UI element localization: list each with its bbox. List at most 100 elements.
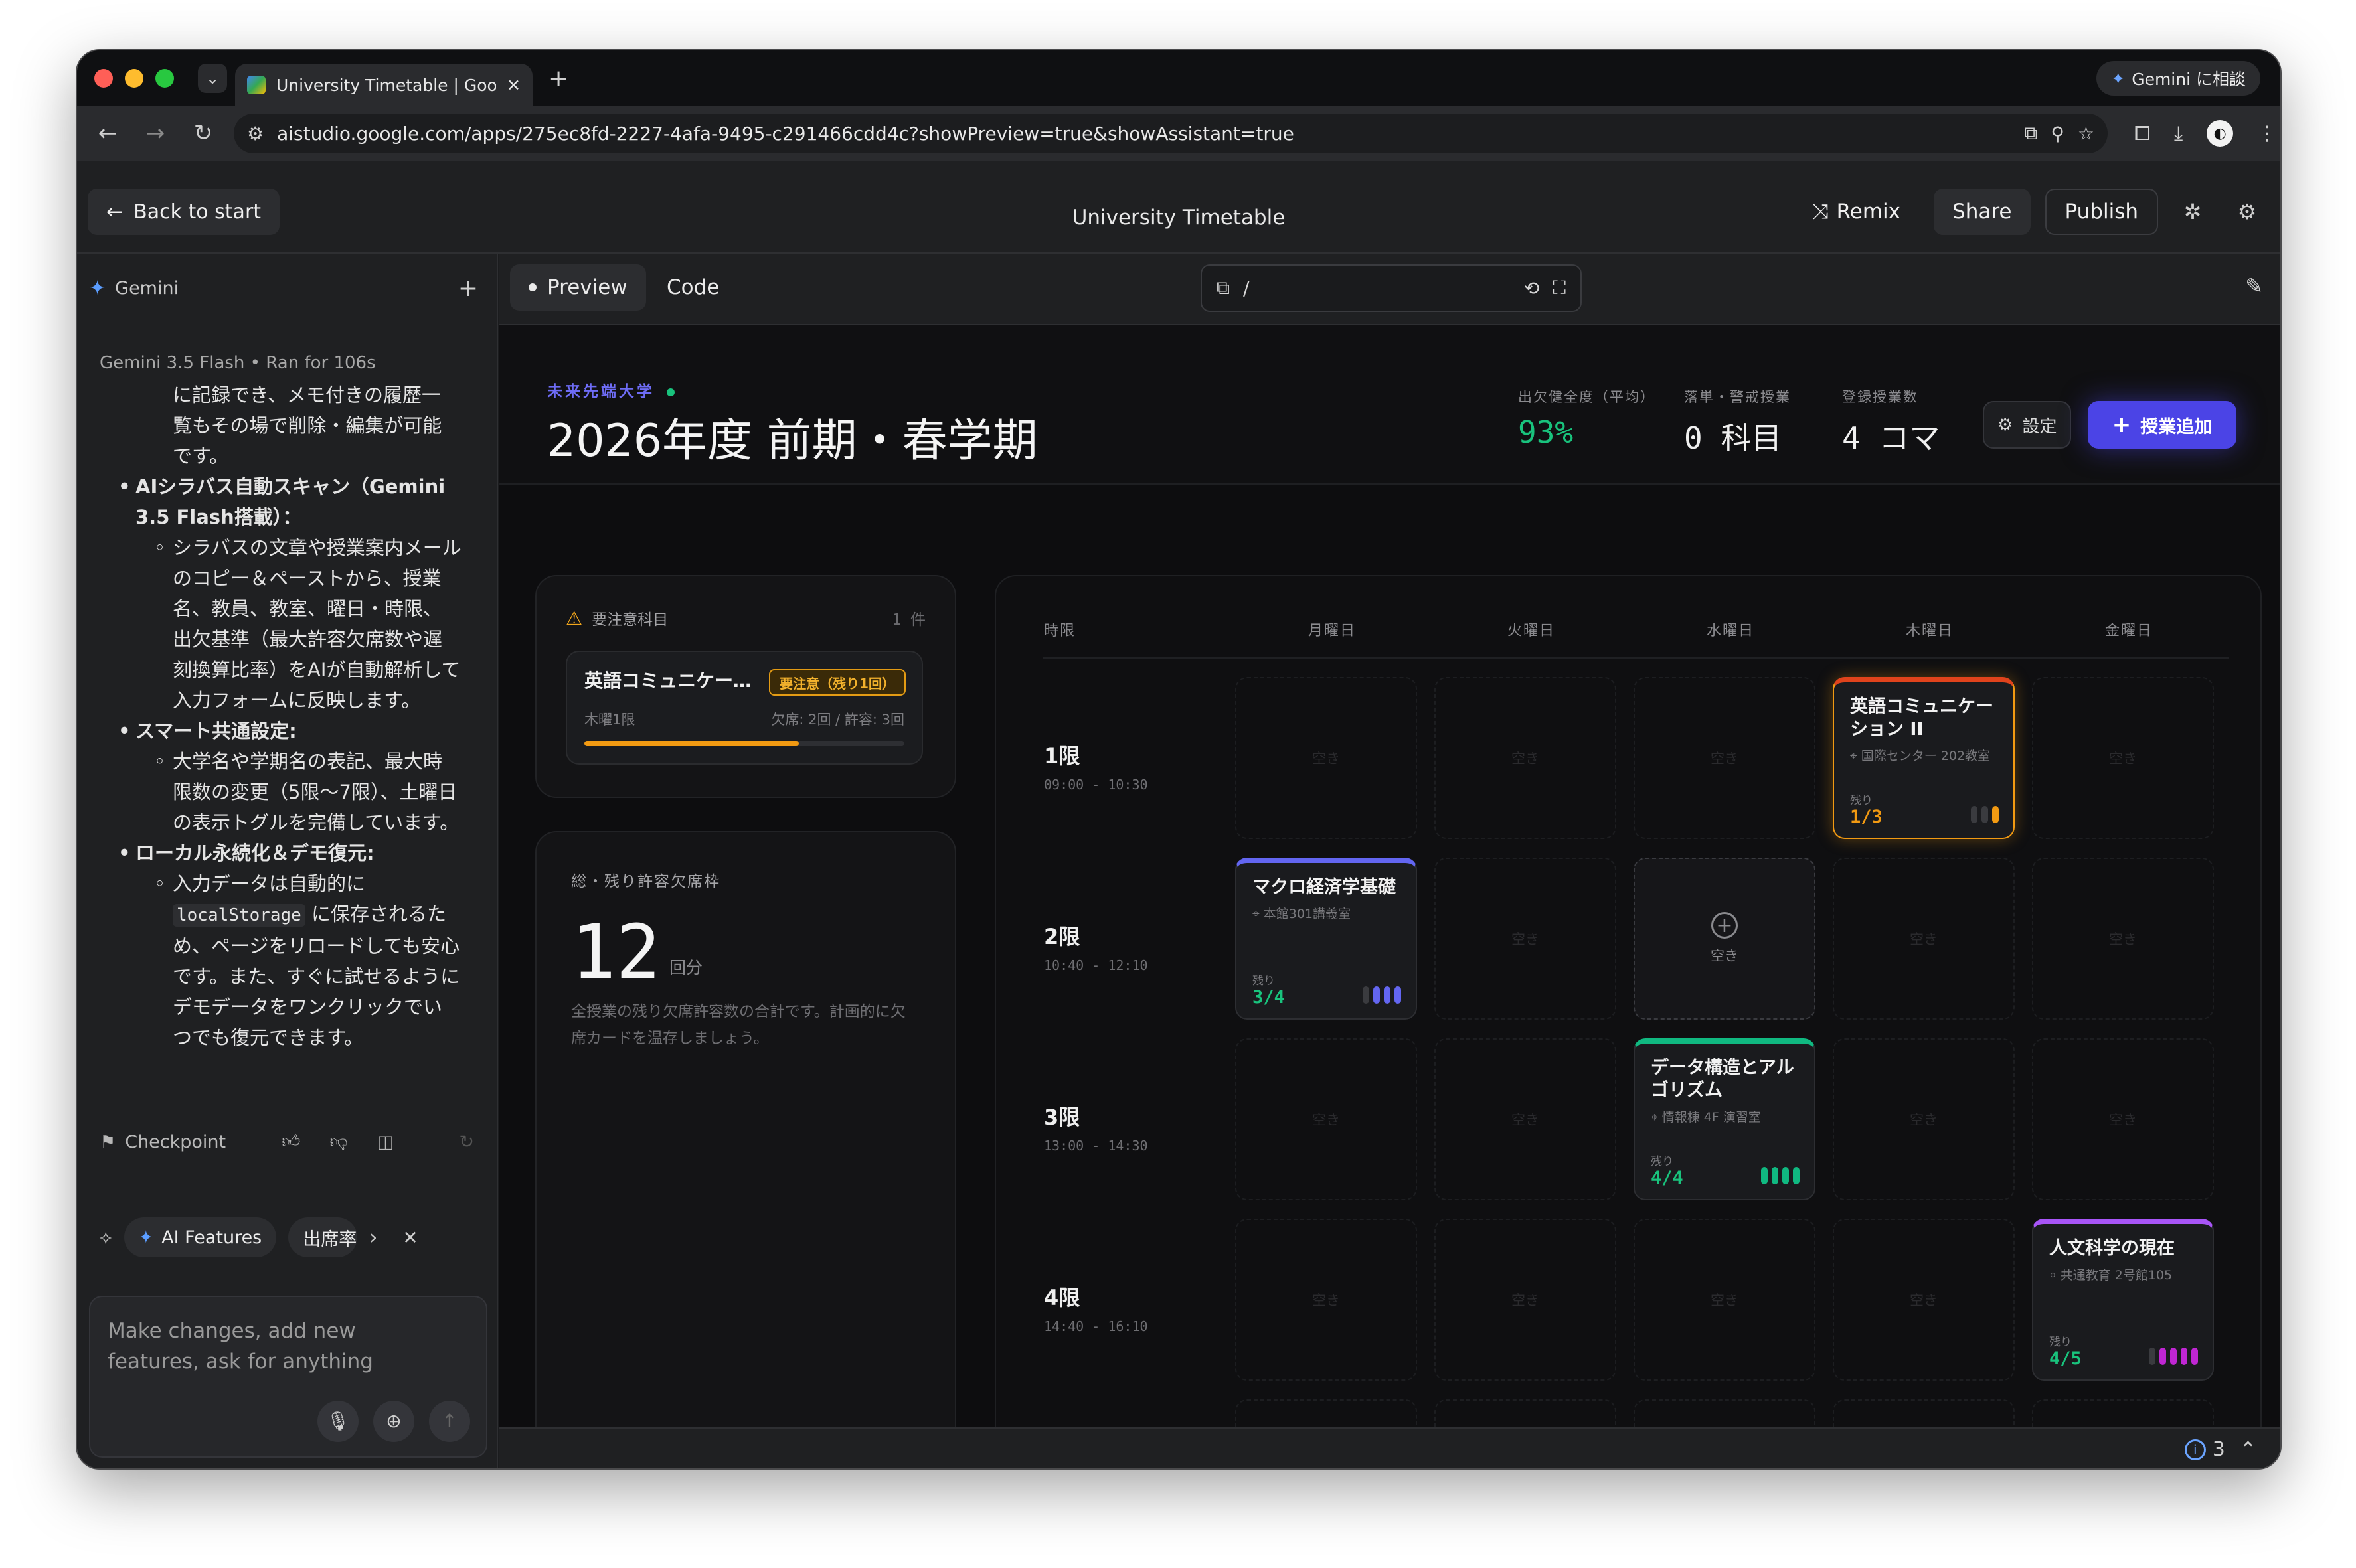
empty-label: 空き (1511, 751, 1539, 767)
tab-close-icon[interactable]: ✕ (507, 76, 521, 95)
device-icon[interactable]: ⧉ (1217, 277, 1230, 299)
empty-label: 空き (2109, 931, 2137, 947)
empty-slot[interactable]: 空き (1833, 858, 2015, 1020)
chat-line: デモデータをワンクリックでい (173, 996, 443, 1018)
thumbs-up-icon[interactable]: 👍︎ (282, 1131, 300, 1152)
thumbs-down-icon[interactable]: 👎︎ (329, 1131, 347, 1152)
course-name: マクロ経済学基礎 (1252, 877, 1396, 898)
empty-slot[interactable]: 空き (1434, 1219, 1616, 1381)
course-card[interactable]: 人文科学の現在 ⌖ 共通教育 2号館105 残り 4/5 (2032, 1219, 2214, 1381)
empty-slot[interactable]: 空き (1634, 1219, 1815, 1381)
site-settings-icon[interactable]: ⚙ (247, 123, 264, 145)
empty-slot-add[interactable]: + 空き (1634, 858, 1815, 1020)
install-app-icon[interactable]: ⧉ (2024, 122, 2037, 145)
empty-slot[interactable]: 空き (2032, 677, 2214, 839)
share-button[interactable]: Share (1934, 189, 2031, 235)
bug-icon[interactable]: ✲ (2173, 199, 2213, 224)
prompt-input[interactable]: Make changes, add new features, ask for … (89, 1296, 487, 1458)
tab-code[interactable]: Code (648, 264, 738, 311)
remaining-value: 1/3 (1850, 807, 1883, 827)
extensions-icon[interactable]: ⧠ (2134, 122, 2150, 145)
close-window-button[interactable] (94, 69, 113, 88)
course-card[interactable]: マクロ経済学基礎 ⌖ 本館301講義室 残り 3/4 (1235, 858, 1417, 1020)
stat-block: 出欠健全度（平均） 93% (1518, 386, 1655, 450)
magic-icon[interactable]: ⟡ (100, 1226, 112, 1249)
timetable-header: 未来先端大学 2026年度 前期・春学期 出欠健全度（平均） 93% 落単・警戒授業… (499, 325, 2280, 485)
browser-tab[interactable]: University Timetable | Google ✕ (235, 64, 533, 106)
gear-icon[interactable]: ⚙ (2227, 199, 2267, 224)
attendance-pip (2191, 1348, 2198, 1365)
send-arrow-icon[interactable]: ↑ (429, 1401, 470, 1442)
empty-slot[interactable]: 空き (1434, 858, 1616, 1020)
zoom-icon[interactable]: ⚲ (2051, 123, 2064, 145)
empty-slot[interactable]: 空き (2032, 858, 2214, 1020)
preview-address[interactable]: ⧉ / ⟲ ⛶ (1201, 264, 1582, 312)
header-divider (1043, 657, 2229, 659)
microphone-icon[interactable]: 🎙︎ (317, 1401, 359, 1442)
empty-slot[interactable]: 空き (1634, 677, 1815, 839)
more-menu-icon[interactable]: ⋮ (2257, 122, 2277, 145)
add-course-button[interactable]: + 授業追加 (2088, 401, 2236, 449)
maximize-window-button[interactable] (155, 69, 174, 88)
gemini-sidebar: ✦ Gemini + Gemini 3.5 Flash • Ran for 10… (77, 254, 498, 1468)
chip-ai-features-label: AI Features (161, 1227, 262, 1248)
attendance-pip (1793, 1167, 1800, 1184)
restore-icon[interactable]: ↻ (459, 1132, 474, 1152)
course-card[interactable]: 英語コミュニケーション II ⌖ 国際センター 202教室 残り 1/3 (1833, 677, 2015, 839)
empty-label: 空き (1711, 948, 1738, 964)
preview-path[interactable]: / (1243, 277, 1249, 299)
browser-toolbar: ← → ↻ ⚙ aistudio.google.com/apps/275ec8f… (77, 106, 2280, 161)
reload-icon[interactable]: ↻ (179, 120, 227, 147)
chip-attendance[interactable]: 出席率 (288, 1217, 358, 1257)
new-chat-button[interactable]: + (458, 275, 478, 302)
download-icon[interactable]: ⤓ (2174, 122, 2183, 145)
empty-slot[interactable]: 空き (1434, 1038, 1616, 1200)
chevron-down-icon: ⌄ (205, 69, 220, 88)
chat-line: ローカル永続化＆デモ復元: (100, 838, 485, 868)
empty-slot[interactable]: 空き (1235, 1219, 1417, 1381)
add-attachment-icon[interactable]: ⊕ (373, 1401, 414, 1442)
tab-search-button[interactable]: ⌄ (198, 64, 227, 93)
issues-indicator[interactable]: i 3 ⌃ (2184, 1438, 2256, 1461)
warning-course-card[interactable]: 英語コミュニケーシ... 要注意（残り1回） 木曜1限 欠席: 2回 / 許容:… (566, 651, 923, 765)
chat-line: 出欠基準（最大許容欠席数や遅 (173, 628, 443, 651)
empty-slot[interactable]: 空き (1833, 1219, 2015, 1381)
address-bar[interactable]: ⚙ aistudio.google.com/apps/275ec8fd-2227… (234, 114, 2108, 153)
back-arrow-icon[interactable]: ← (84, 120, 131, 147)
profile-avatar[interactable]: ◐ (2207, 120, 2234, 147)
period-label: 3限 13:00 - 14:30 (1044, 1101, 1148, 1154)
refresh-icon[interactable]: ⟲ (1524, 277, 1539, 299)
empty-slot[interactable]: 空き (1833, 1038, 2015, 1200)
chevron-right-icon[interactable]: › (369, 1226, 377, 1249)
warning-course-name: 英語コミュニケーシ... (584, 670, 764, 692)
publish-button[interactable]: Publish (2045, 189, 2158, 235)
course-card[interactable]: データ構造とアルゴリズム ⌖ 情報棟 4F 演習室 残り 4/4 (1634, 1038, 1815, 1200)
minimize-window-button[interactable] (125, 69, 143, 88)
attendance-pip (2159, 1348, 2166, 1365)
empty-slot[interactable]: 空き (1235, 1038, 1417, 1200)
bookmark-star-icon[interactable]: ☆ (2078, 123, 2094, 145)
browser-actions: ⧠ ⤓ ◐ ⋮ (2134, 120, 2277, 147)
location-pin-icon: ⌖ (2049, 1268, 2061, 1283)
empty-slot[interactable]: 空き (1235, 677, 1417, 839)
new-tab-button[interactable]: + (548, 65, 568, 92)
settings-button[interactable]: ⚙ 設定 (1983, 401, 2072, 449)
chevron-up-icon[interactable]: ⌃ (2240, 1438, 2256, 1461)
tab-preview[interactable]: Preview (510, 264, 646, 311)
url-text[interactable]: aistudio.google.com/apps/275ec8fd-2227-4… (277, 123, 2011, 145)
compare-icon[interactable]: ◫ (377, 1132, 394, 1152)
empty-slot[interactable]: 空き (2032, 1038, 2214, 1200)
chip-ai-features[interactable]: ✦ AI Features (124, 1217, 277, 1257)
forward-arrow-icon[interactable]: → (131, 120, 179, 147)
close-icon[interactable]: ✕ (402, 1227, 418, 1249)
stat-label: 落単・警戒授業 (1684, 389, 1791, 405)
ask-gemini-button[interactable]: ✦ Gemini に相談 (2096, 61, 2260, 96)
preview-area: Preview Code ⧉ / ⟲ ⛶ ✎ 未来先端大学 2026年度 前期・… (499, 254, 2280, 1468)
timetable-grid: 時限 月曜日 火曜日 水曜日 木曜日 金曜日 1限 09:00 - 10:30 空き 空き 空き空… (995, 575, 2262, 1468)
edit-pen-icon[interactable]: ✎ (2245, 274, 2263, 299)
empty-slot[interactable]: 空き (1434, 677, 1616, 839)
remix-button[interactable]: ⤨ Remix (1794, 189, 1919, 235)
fullscreen-icon[interactable]: ⛶ (1553, 277, 1566, 299)
checkpoint-button[interactable]: ⚑ Checkpoint (100, 1132, 226, 1152)
attendance-pips (1363, 986, 1401, 1004)
